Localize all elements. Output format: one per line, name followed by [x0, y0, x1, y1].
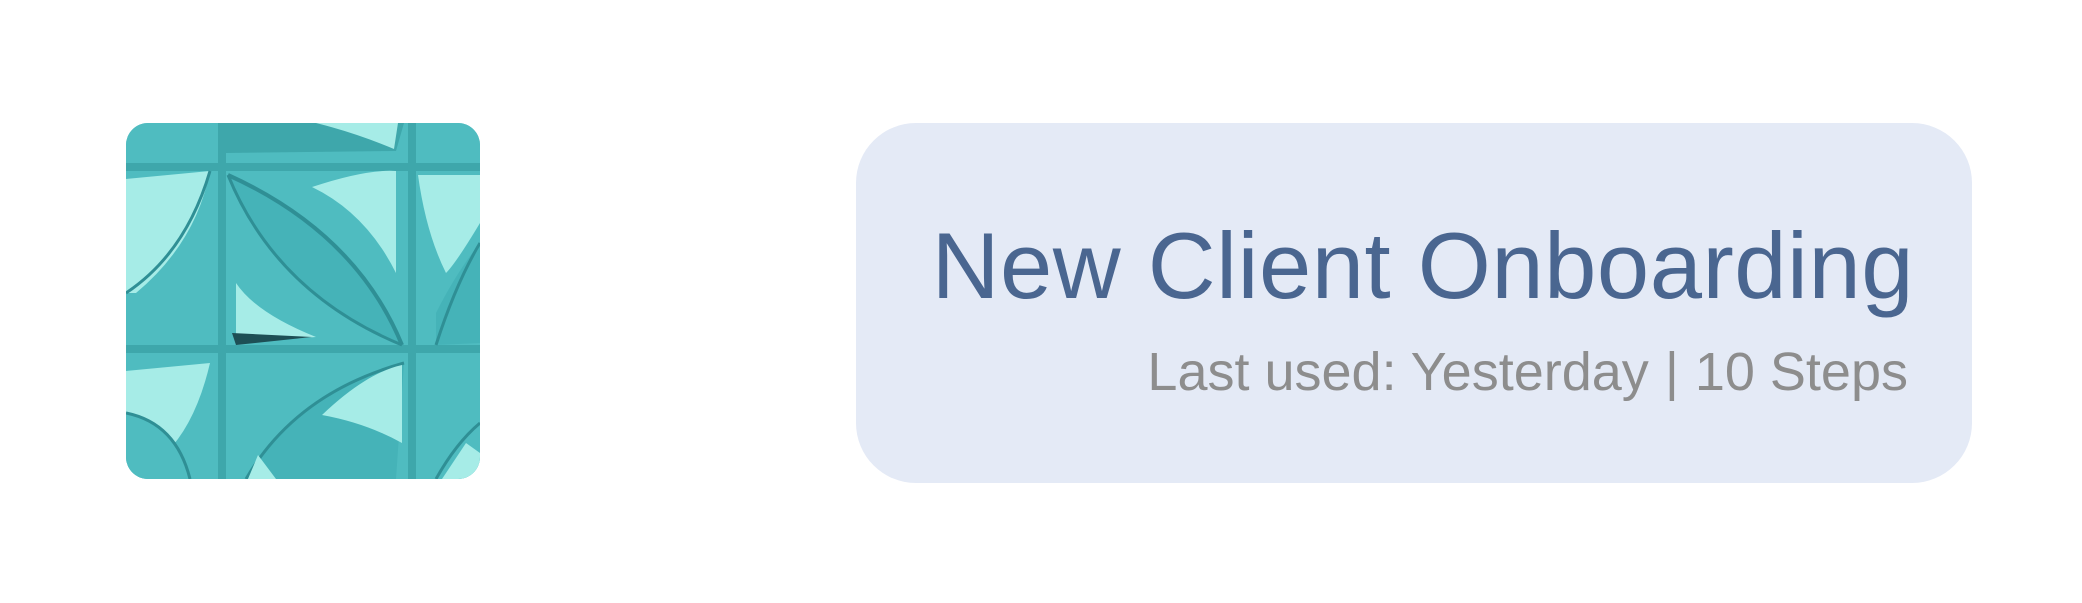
workflow-thumbnail-image[interactable] [126, 123, 480, 479]
teal-pattern-icon [126, 123, 480, 479]
steps-count: 10 Steps [1694, 342, 1908, 402]
workflow-title: New Client Onboarding [931, 213, 1914, 318]
workflow-card[interactable]: New Client Onboarding Last used: Yesterd… [856, 123, 1972, 483]
last-used-value: Yesterday [1410, 342, 1649, 402]
meta-separator: | [1664, 342, 1679, 402]
last-used-label: Last used: [1147, 342, 1397, 402]
workflow-meta: Last used: Yesterday | 10 Steps [856, 345, 1908, 399]
